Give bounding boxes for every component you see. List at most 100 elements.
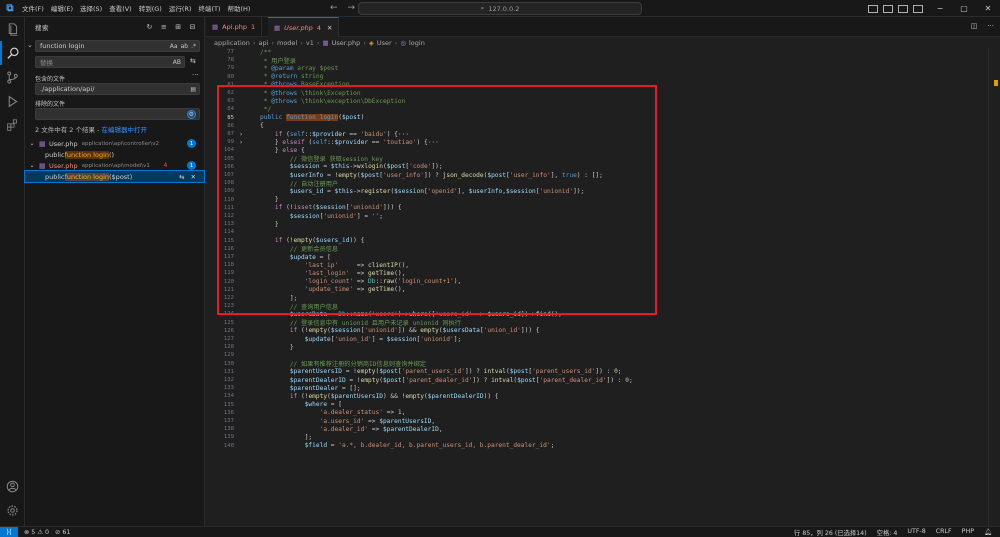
open-editors-only-icon[interactable]: ▤	[190, 86, 196, 93]
ports-status[interactable]: ⊘ 61	[55, 529, 70, 536]
collapse-all-icon[interactable]: ⊟	[190, 23, 196, 31]
code-line[interactable]: 111 if (!isset($session['unionid'])) {	[206, 204, 996, 212]
menu-item[interactable]: 文件(F)	[22, 3, 44, 13]
match-case-icon[interactable]: Aa	[170, 43, 178, 50]
editor-more-icon[interactable]: ···	[987, 22, 994, 30]
code-line[interactable]: 106 $session = $this->wxlogin($post['cod…	[206, 163, 996, 171]
code-line[interactable]: 139 ];	[206, 433, 996, 441]
line-ending[interactable]: CRLF	[936, 528, 952, 537]
code-line[interactable]: 134 if (!empty($parentUsersID) && !empty…	[206, 392, 996, 400]
code-line[interactable]: 116 // 更新会员信息	[206, 245, 996, 254]
code-line[interactable]: 135 $where = [	[206, 401, 996, 409]
code-line[interactable]: 121 'update_time' => getTime(),	[206, 286, 996, 294]
code-line[interactable]: 84 */	[206, 105, 996, 113]
result-match-2[interactable]: public function login ($post) ⇆ ✕	[24, 170, 205, 183]
minimize-icon[interactable]: −	[928, 4, 952, 13]
layout-secondary-icon[interactable]	[898, 4, 908, 13]
language-mode[interactable]: PHP	[962, 528, 974, 537]
code-line[interactable]: 126 if (!empty($session['unionid']) && e…	[206, 327, 996, 335]
code-line[interactable]: 108 // 自动注册用户	[206, 179, 996, 188]
code-line[interactable]: 86 {	[206, 122, 996, 130]
replace-match-icon[interactable]: ⇆	[179, 173, 184, 181]
forward-arrow-icon[interactable]: →	[348, 3, 356, 13]
code-line[interactable]: 132 $parentDealerID = !empty($post['pare…	[206, 376, 996, 384]
code-line[interactable]: 77 /**	[206, 48, 996, 56]
close-tab-icon[interactable]: ✕	[327, 24, 332, 32]
menu-item[interactable]: 转到(G)	[139, 3, 162, 13]
code-line[interactable]: 81 * @throws BaseException	[206, 81, 996, 89]
more-options-icon[interactable]: ···	[192, 71, 199, 79]
open-in-editor-link[interactable]: 在编辑器中打开	[101, 126, 147, 134]
include-input[interactable]: ./application/api/ ▤	[35, 83, 200, 95]
fold-chevron-icon[interactable]: ›	[236, 139, 246, 146]
breadcrumb-item[interactable]: login	[409, 39, 425, 47]
layout-panel-icon[interactable]	[883, 4, 893, 13]
code-line[interactable]: 125 // 登录信息中有 unionid 且用户未记录 unionid 则执行	[206, 319, 996, 328]
code-line[interactable]: 136 'a.dealer_status' => 1,	[206, 409, 996, 417]
layout-sidebar-icon[interactable]	[868, 4, 878, 13]
settings-gear-icon[interactable]	[0, 498, 25, 522]
use-exclude-settings-icon[interactable]: ⚙	[186, 109, 196, 119]
code-line[interactable]: 113 }	[206, 220, 996, 228]
code-line[interactable]: 118 'last_ip' => clientIP(),	[206, 261, 996, 269]
menu-item[interactable]: 终端(T)	[198, 3, 220, 13]
close-window-icon[interactable]: ✕	[976, 4, 1000, 13]
code-line[interactable]: 128 }	[206, 343, 996, 351]
back-arrow-icon[interactable]: ←	[330, 3, 338, 13]
code-line[interactable]: 133 $parentDealer = [];	[206, 384, 996, 392]
preserve-case-icon[interactable]: AB	[173, 59, 181, 66]
breadcrumb-item[interactable]: api	[258, 39, 268, 47]
menu-item[interactable]: 运行(R)	[169, 3, 192, 13]
split-editor-icon[interactable]: ◫	[971, 22, 978, 30]
menu-item[interactable]: 编辑(E)	[51, 3, 73, 13]
code-line[interactable]: 110 }	[206, 196, 996, 204]
code-line[interactable]: 127 $update['union_id'] = $session['unio…	[206, 335, 996, 343]
code-line[interactable]: 138 'a.dealer_id' => $parentDealerID,	[206, 425, 996, 433]
chevron-down-icon[interactable]: ⌄	[25, 140, 39, 147]
explorer-icon[interactable]	[0, 17, 25, 41]
search-input[interactable]: function login Aa ab .*	[35, 40, 200, 52]
code-line[interactable]: 131 $parentUsersID = !empty($post['paren…	[206, 368, 996, 376]
problems-status[interactable]: ⊗ 5 ⚠ 0	[24, 529, 49, 536]
menu-item[interactable]: 查看(V)	[109, 3, 132, 13]
replace-all-icon[interactable]: ⇆	[190, 57, 196, 65]
exclude-input[interactable]: ⚙	[35, 108, 200, 120]
code-line[interactable]: 109 $users_id = $this->register($session…	[206, 187, 996, 195]
menu-item[interactable]: 帮助(H)	[227, 3, 250, 13]
code-line[interactable]: 78 * 用户登录	[206, 56, 996, 65]
search-activity-icon[interactable]	[0, 41, 25, 65]
breadcrumb-item[interactable]: application	[214, 39, 250, 47]
dismiss-match-icon[interactable]: ✕	[191, 173, 196, 181]
code-line[interactable]: 112 $session['unionid'] = '';	[206, 212, 996, 220]
code-editor[interactable]: 77 /** 78 * 用户登录 79 * @param array $post 80 …	[206, 48, 1000, 526]
layout-customize-icon[interactable]	[913, 4, 923, 13]
breadcrumb-item[interactable]: User	[377, 39, 392, 47]
result-match-1[interactable]: public function login()	[25, 149, 204, 160]
source-control-icon[interactable]	[0, 65, 25, 89]
clear-results-icon[interactable]: ≡	[161, 23, 167, 31]
code-line[interactable]: 99 › } elseif (self::$provider == 'toutia…	[206, 138, 996, 146]
account-icon[interactable]	[0, 474, 25, 498]
code-line[interactable]: 79 * @param array $post	[206, 64, 996, 72]
command-center[interactable]: ⌕ 127.0.0.2	[358, 2, 642, 15]
encoding[interactable]: UTF-8	[907, 528, 925, 537]
refresh-icon[interactable]: ↻	[147, 23, 153, 31]
cursor-position[interactable]: 行 85，列 26 (已选择14)	[794, 528, 867, 537]
code-line[interactable]: 117 $update = [	[206, 253, 996, 261]
toggle-replace-icon[interactable]: ⌄	[27, 41, 33, 49]
breadcrumb-item[interactable]: model	[277, 39, 297, 47]
breadcrumb-item[interactable]: User.php	[332, 39, 361, 47]
indentation[interactable]: 空格: 4	[877, 528, 898, 537]
breadcrumb-item[interactable]: v1	[306, 39, 314, 47]
result-file-1[interactable]: ⌄ ▦ User.php application\api\controller\…	[25, 138, 204, 149]
maximize-icon[interactable]: ▢	[952, 4, 976, 13]
menu-item[interactable]: 选择(S)	[80, 3, 102, 13]
notifications-bell-icon[interactable]: 🔔︎	[984, 528, 992, 537]
code-line[interactable]: 114	[206, 228, 996, 236]
code-line[interactable]: 80 * @return string	[206, 73, 996, 81]
fold-chevron-icon[interactable]: ›	[236, 131, 246, 138]
code-line[interactable]: 105 // 微信登录 获取session_key	[206, 155, 996, 164]
remote-indicator-icon[interactable]: ⟩⟨	[0, 526, 18, 537]
run-debug-icon[interactable]	[0, 89, 25, 113]
code-line[interactable]: 87 › if (self::$provider == 'baidu') {···	[206, 130, 996, 138]
